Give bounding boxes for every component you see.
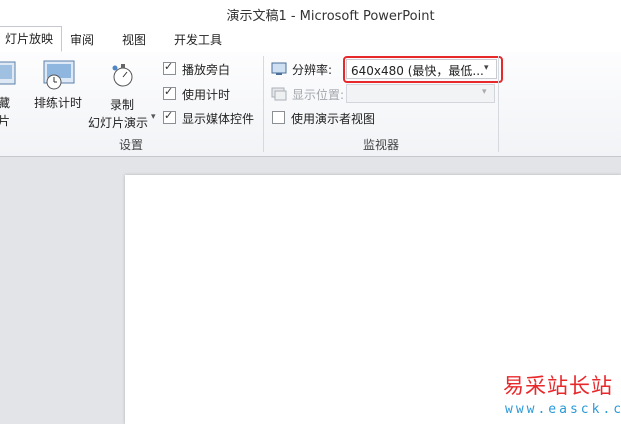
- rehearse-timings-icon: [43, 60, 75, 90]
- rehearse-timings-label: 排练计时: [34, 96, 83, 110]
- chevron-down-icon: ▾: [482, 87, 487, 97]
- hide-slide-label-1: 隐藏: [0, 96, 11, 110]
- show-on-label: 显示位置:: [292, 88, 345, 102]
- tab-view[interactable]: 视图: [122, 30, 146, 52]
- use-timings-checkbox[interactable]: 使用计时: [163, 85, 259, 104]
- rehearse-timings-button[interactable]: 排练计时: [34, 58, 86, 134]
- title-bar: 演示文稿1 - Microsoft PowerPoint: [0, 0, 621, 26]
- hide-slide-label-2: 灯片: [0, 114, 11, 128]
- record-slide-show-button[interactable]: 录制 幻灯片演示 ▾: [88, 58, 158, 134]
- tab-slide-show[interactable]: 灯片放映: [0, 26, 63, 52]
- chevron-down-icon: ▾: [151, 112, 156, 122]
- use-timings-label: 使用计时: [182, 88, 231, 102]
- resolution-value: 640x480 (最快，最低...: [351, 64, 484, 78]
- hide-slide-button[interactable]: 隐藏 灯片: [0, 60, 18, 136]
- tab-review[interactable]: 审阅: [70, 30, 94, 52]
- stopwatch-icon: [112, 64, 133, 87]
- play-narrations-checkbox[interactable]: 播放旁白: [163, 60, 259, 79]
- play-narrations-check: [163, 60, 176, 75]
- resolution-label: 分辨率:: [292, 63, 333, 77]
- record-label-1: 录制: [110, 98, 135, 112]
- show-on-icon: [271, 87, 287, 101]
- use-timings-check: [163, 85, 176, 100]
- play-narrations-label: 播放旁白: [182, 63, 231, 77]
- show-media-controls-check: [163, 109, 176, 124]
- resolution-dropdown[interactable]: 640x480 (最快，最低... ▾: [346, 59, 497, 79]
- watermark-text: 易采站长站: [503, 374, 613, 398]
- show-media-controls-checkbox[interactable]: 显示媒体控件: [163, 109, 259, 128]
- show-media-controls-label: 显示媒体控件: [182, 112, 255, 126]
- tab-developer[interactable]: 开发工具: [174, 30, 222, 52]
- presenter-view-checkbox[interactable]: 使用演示者视图: [271, 110, 391, 128]
- monitors-group-label: 监视器: [362, 138, 399, 152]
- presenter-view-check: [272, 111, 285, 124]
- presenter-view-label: 使用演示者视图: [291, 112, 376, 126]
- setup-group-label: 设置: [118, 138, 143, 152]
- monitor-icon: [271, 62, 287, 75]
- record-label-2: 幻灯片演示: [88, 116, 149, 130]
- show-on-dropdown[interactable]: ▾: [346, 84, 495, 103]
- watermark-url: www.easck.com: [505, 402, 621, 417]
- group-divider: [498, 56, 499, 152]
- chevron-down-icon: ▾: [484, 63, 489, 73]
- hide-slide-icon: [0, 61, 16, 85]
- window-title: 演示文稿1 - Microsoft PowerPoint: [226, 9, 435, 24]
- ribbon-tab-bar: 灯片放映 审阅 视图 开发工具: [0, 26, 621, 53]
